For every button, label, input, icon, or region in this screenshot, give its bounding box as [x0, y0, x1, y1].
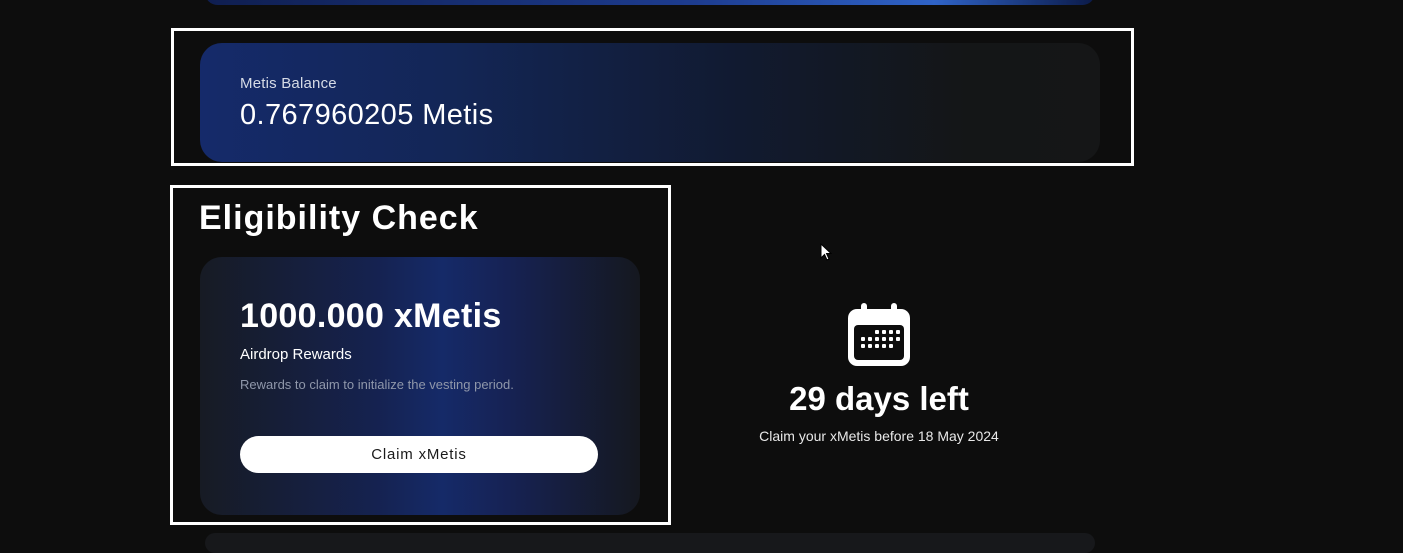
countdown-days-left: 29 days left — [789, 380, 969, 417]
metis-balance-card: Metis Balance 0.767960205 Metis — [200, 43, 1100, 162]
balance-value: 0.767960205 Metis — [240, 99, 494, 131]
mouse-cursor-icon — [820, 243, 832, 261]
top-banner-card-edge — [205, 0, 1095, 5]
claim-xmetis-button[interactable]: Claim xMetis — [240, 436, 598, 473]
calendar-icon — [848, 303, 910, 366]
balance-label: Metis Balance — [240, 75, 337, 92]
airdrop-reward-card: 1000.000 xMetis Airdrop Rewards Rewards … — [200, 257, 640, 515]
reward-label: Airdrop Rewards — [240, 346, 352, 363]
countdown-deadline: Claim your xMetis before 18 May 2024 — [759, 428, 999, 444]
eligibility-check-title: Eligibility Check — [199, 199, 479, 237]
bottom-card-edge — [205, 533, 1095, 553]
reward-description: Rewards to claim to initialize the vesti… — [240, 377, 514, 392]
reward-amount: 1000.000 xMetis — [240, 297, 502, 335]
